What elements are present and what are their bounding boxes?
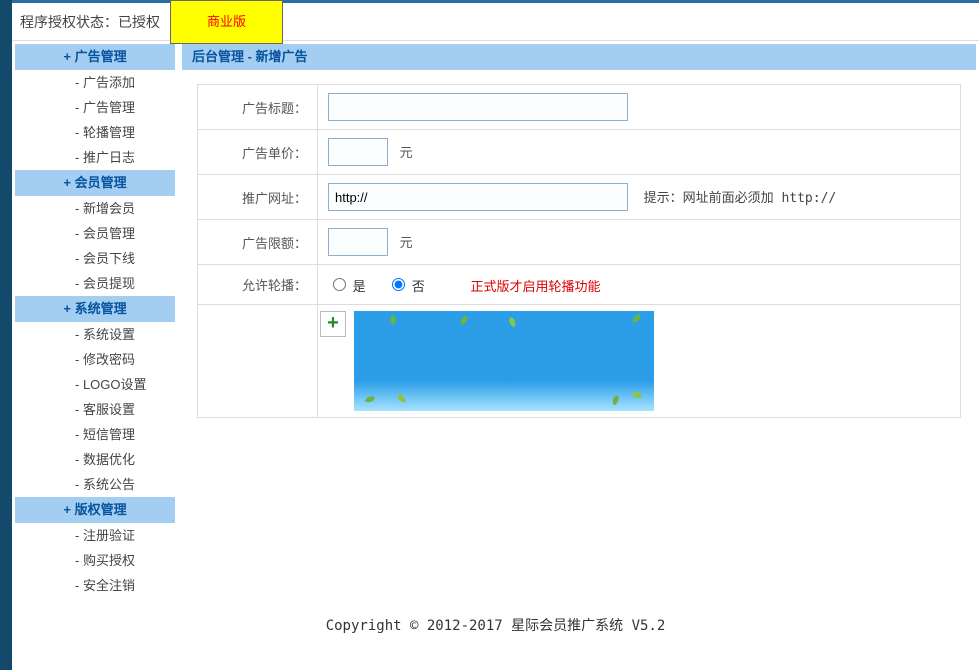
sidebar-item-promo-log[interactable]: - 推广日志	[15, 145, 175, 170]
hint-carousel: 正式版才启用轮播功能	[471, 279, 601, 294]
input-title[interactable]	[328, 93, 628, 121]
sidebar-header-ads[interactable]: + 广告管理	[15, 44, 175, 70]
radio-no-wrap[interactable]: 否	[387, 279, 428, 294]
radio-yes-label: 是	[353, 279, 366, 294]
input-url[interactable]	[328, 183, 628, 211]
row-image: +	[198, 305, 961, 418]
row-url: 推广网址： 提示：网址前面必须加 http://	[198, 175, 961, 220]
label-price: 广告单价：	[198, 130, 318, 175]
hint-url: 提示：网址前面必须加 http://	[644, 191, 837, 206]
row-limit: 广告限额： 元	[198, 220, 961, 265]
inner-frame: 程序授权状态：已授权 商业版 + 广告管理 - 广告添加 - 广告管理 - 轮播…	[12, 3, 979, 670]
sidebar-item-reg-verify[interactable]: - 注册验证	[15, 523, 175, 548]
sidebar-item-ad-manage[interactable]: - 广告管理	[15, 95, 175, 120]
label-url: 推广网址：	[198, 175, 318, 220]
sidebar-item-member-manage[interactable]: - 会员管理	[15, 221, 175, 246]
sidebar-section-members: + 会员管理 - 新增会员 - 会员管理 - 会员下线 - 会员提现	[15, 170, 175, 296]
leaf-icon	[356, 388, 379, 411]
footer: Copyright © 2012-2017 星际会员推广系统 V5.2	[12, 615, 979, 635]
input-price[interactable]	[328, 138, 388, 166]
label-image	[198, 305, 318, 418]
sidebar-section-system: + 系统管理 - 系统设置 - 修改密码 - LOGO设置 - 客服设置 - 短…	[15, 296, 175, 497]
sidebar-item-ad-add[interactable]: - 广告添加	[15, 70, 175, 95]
leaf-icon	[603, 390, 626, 411]
label-limit: 广告限额：	[198, 220, 318, 265]
sidebar-item-service-set[interactable]: - 客服设置	[15, 397, 175, 422]
leaf-icon	[622, 311, 647, 333]
input-limit[interactable]	[328, 228, 388, 256]
sidebar-section-license: + 版权管理 - 注册验证 - 购买授权 - 安全注销	[15, 497, 175, 598]
row-title: 广告标题：	[198, 85, 961, 130]
radio-yes-wrap[interactable]: 是	[328, 279, 369, 294]
license-badge: 商业版	[170, 0, 283, 44]
leaf-icon	[450, 311, 475, 334]
license-header: 程序授权状态：已授权 商业版	[12, 3, 979, 41]
radio-no-label: 否	[412, 279, 425, 294]
body: + 广告管理 - 广告添加 - 广告管理 - 轮播管理 - 推广日志 + 会员管…	[12, 41, 979, 670]
page-root: 程序授权状态：已授权 商业版 + 广告管理 - 广告添加 - 广告管理 - 轮播…	[0, 0, 979, 670]
row-carousel: 允许轮播： 是 否 正式版才启用轮播功能	[198, 265, 961, 305]
radio-yes[interactable]	[333, 278, 346, 291]
unit-price: 元	[400, 145, 413, 160]
add-image-button[interactable]: +	[320, 311, 346, 337]
plus-icon: +	[327, 312, 339, 334]
breadcrumb: 后台管理 - 新增广告	[182, 44, 976, 70]
leaf-icon	[626, 384, 651, 409]
sidebar: + 广告管理 - 广告添加 - 广告管理 - 轮播管理 - 推广日志 + 会员管…	[15, 44, 175, 592]
sidebar-header-members[interactable]: + 会员管理	[15, 170, 175, 196]
sidebar-item-sys-settings[interactable]: - 系统设置	[15, 322, 175, 347]
sidebar-header-license[interactable]: + 版权管理	[15, 497, 175, 523]
sidebar-item-member-add[interactable]: - 新增会员	[15, 196, 175, 221]
sidebar-item-member-withdraw[interactable]: - 会员提现	[15, 271, 175, 296]
leaf-icon	[390, 387, 415, 411]
banner-preview	[354, 311, 654, 411]
unit-limit: 元	[400, 235, 413, 250]
sidebar-item-change-pwd[interactable]: - 修改密码	[15, 347, 175, 372]
sidebar-item-buy-license[interactable]: - 购买授权	[15, 548, 175, 573]
sidebar-item-safe-logout[interactable]: - 安全注销	[15, 573, 175, 598]
sidebar-header-system[interactable]: + 系统管理	[15, 296, 175, 322]
sidebar-item-sys-notice[interactable]: - 系统公告	[15, 472, 175, 497]
label-title: 广告标题：	[198, 85, 318, 130]
radio-no[interactable]	[392, 278, 405, 291]
form-table: 广告标题： 广告单价： 元 推广网址：	[197, 84, 961, 418]
label-carousel: 允许轮播：	[198, 265, 318, 305]
leaf-icon	[384, 313, 402, 331]
license-status: 程序授权状态：已授权	[20, 3, 160, 41]
sidebar-item-member-downline[interactable]: - 会员下线	[15, 246, 175, 271]
row-price: 广告单价： 元	[198, 130, 961, 175]
sidebar-item-logo-set[interactable]: - LOGO设置	[15, 372, 175, 397]
sidebar-item-carousel-manage[interactable]: - 轮播管理	[15, 120, 175, 145]
leaf-icon	[501, 312, 524, 335]
sidebar-item-data-optimize[interactable]: - 数据优化	[15, 447, 175, 472]
sidebar-section-ads: + 广告管理 - 广告添加 - 广告管理 - 轮播管理 - 推广日志	[15, 44, 175, 170]
sidebar-item-sms-manage[interactable]: - 短信管理	[15, 422, 175, 447]
content: 后台管理 - 新增广告 广告标题： 广告单价： 元	[182, 44, 976, 592]
